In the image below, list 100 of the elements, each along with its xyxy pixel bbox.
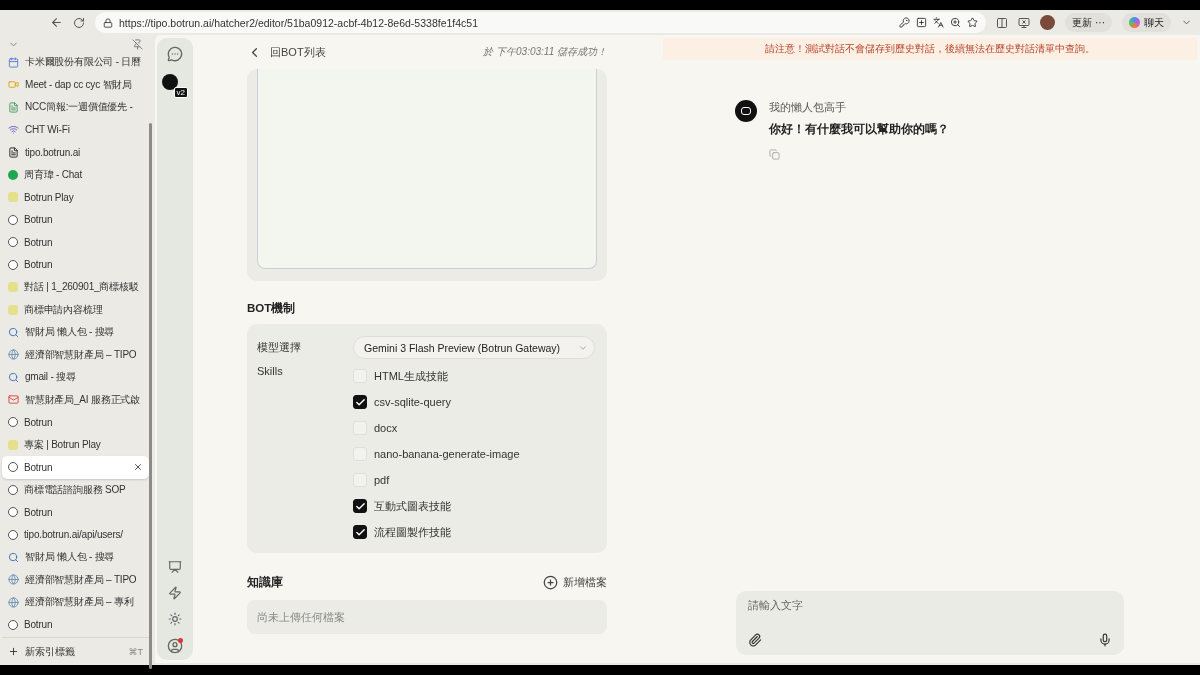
logo-icon — [8, 439, 18, 450]
logo-icon — [8, 237, 18, 248]
skill-label: HTML生成技能 — [374, 368, 448, 384]
back-icon[interactable] — [50, 16, 63, 29]
save-status: 於 下午03:03:11 儲存成功！ — [483, 45, 607, 59]
browser-tab[interactable]: gmail - 搜尋 — [2, 366, 149, 389]
browser-tab[interactable]: 周育瑋 - Chat — [2, 163, 149, 186]
chat-icon — [8, 169, 18, 180]
screen-icon[interactable] — [1018, 16, 1031, 29]
calendar-icon — [8, 56, 19, 68]
wifi-icon — [8, 124, 19, 136]
close-icon[interactable] — [133, 462, 143, 473]
browser-tab[interactable]: 對話 | 1_260901_商標核駁 — [2, 276, 149, 299]
browser-tab[interactable]: Botrun — [2, 231, 149, 254]
browser-tab[interactable]: Botrun — [2, 253, 149, 276]
browser-tab[interactable]: Botrun — [2, 501, 149, 524]
document-icon — [8, 101, 19, 113]
split-view-icon[interactable] — [996, 16, 1009, 29]
sparkle-icon — [1129, 17, 1140, 28]
logo-icon — [8, 304, 18, 315]
user-icon[interactable] — [167, 638, 183, 654]
mail-icon — [8, 394, 19, 406]
field-label: 模型選擇 — [257, 340, 302, 355]
checkbox[interactable] — [353, 525, 367, 539]
bot-avatar — [735, 100, 757, 122]
add-icon[interactable] — [916, 17, 928, 28]
reload-icon[interactable] — [73, 16, 85, 29]
browser-tab[interactable]: Botrun — [2, 208, 149, 231]
skill-label: 互動式圖表技能 — [374, 498, 451, 514]
browser-tab[interactable]: Botrun — [2, 411, 149, 434]
address-bar[interactable]: https://tipo.botrun.ai/hatcher2/editor/51ba0912-acbf-4b12-8e6d-5338fe1f4c51 — [95, 12, 987, 33]
message-input[interactable]: 請輸入文字 — [748, 599, 1112, 611]
plus-icon — [8, 646, 19, 657]
logo-icon — [8, 462, 18, 473]
sender-name: 我的懶人包高手 — [769, 101, 847, 115]
logo-icon — [8, 619, 18, 630]
browser-tab[interactable]: Botrun — [2, 613, 149, 636]
key-icon[interactable] — [899, 17, 911, 28]
update-button[interactable]: 更新 ··· — [1065, 13, 1112, 32]
section-title: 知識庫 — [247, 575, 283, 590]
zoom-icon[interactable] — [950, 17, 962, 28]
search-icon — [8, 551, 19, 563]
browser-tab[interactable]: 商標電話諮詢服務 SOP — [2, 478, 149, 501]
browser-tab[interactable]: Botrun Play — [2, 186, 149, 209]
skill-label: csv-sqlite-query — [374, 396, 452, 408]
video-camera-icon — [8, 79, 19, 91]
browser-tab[interactable]: 經濟部智慧財產局 – TIPO — [2, 343, 149, 366]
translate-icon[interactable] — [933, 17, 945, 28]
browser-tab[interactable]: 商標申請內容梳理 — [2, 298, 149, 321]
logo-icon — [8, 507, 18, 518]
browser-tab[interactable]: CHT Wi-Fi — [2, 118, 149, 141]
browser-tab[interactable]: 經濟部智慧財產局 – 專利 — [2, 591, 149, 614]
skill-label: nano-banana-generate-image — [374, 448, 520, 460]
attach-icon[interactable] — [748, 633, 762, 647]
logo-icon — [8, 259, 18, 270]
globe-icon — [8, 596, 19, 608]
scrollbar[interactable] — [149, 123, 152, 669]
url-text: https://tipo.botrun.ai/hatcher2/editor/51ba0912-acbf-4b12-8e6d-5338fe1f4c51 — [119, 16, 479, 29]
skill-label: docx — [374, 422, 398, 434]
logo-icon — [8, 484, 18, 495]
logo-icon — [8, 214, 18, 225]
browser-tab[interactable]: 卡米爾股份有限公司 - 日曆 — [2, 51, 149, 74]
add-file-button[interactable]: 新增檔案 — [543, 575, 607, 590]
globe-icon — [8, 349, 19, 361]
presentation-icon[interactable] — [168, 560, 182, 574]
logo-icon — [8, 282, 18, 293]
browser-tab[interactable]: 經濟部智慧財產局 – TIPO — [2, 568, 149, 591]
browser-tab[interactable]: 智財局 懶人包 - 搜尋 — [2, 546, 149, 569]
browser-tab[interactable]: Meet - dap cc cyc 智財局 — [2, 73, 149, 96]
chat-button[interactable]: 聊天 — [1122, 13, 1171, 32]
star-icon[interactable] — [967, 17, 979, 28]
skill-label: pdf — [374, 474, 390, 486]
logo-icon — [8, 192, 18, 203]
search-icon — [8, 371, 19, 383]
browser-tab[interactable]: 智慧財產局_AI 服務正式啟 — [2, 388, 149, 411]
checkbox[interactable] — [353, 499, 367, 513]
logo-icon — [8, 529, 18, 540]
browser-tab[interactable]: NCC簡報:一週價值優先 - — [2, 96, 149, 119]
browser-tab[interactable]: 專案 | Botrun Play — [2, 433, 149, 456]
lightning-icon[interactable] — [168, 586, 182, 600]
section-title: BOT機制 — [247, 301, 297, 316]
microphone-icon[interactable] — [1098, 633, 1112, 647]
unpin-icon[interactable] — [132, 38, 143, 50]
skill-label: 流程圖製作技能 — [374, 524, 451, 540]
checkbox[interactable] — [353, 395, 367, 409]
search-icon — [8, 326, 19, 338]
field-label: Skills — [257, 365, 284, 377]
chat-icon[interactable] — [167, 46, 183, 62]
document-icon — [8, 146, 19, 158]
browser-tab[interactable]: Botrun — [2, 456, 149, 479]
sun-icon[interactable] — [168, 612, 182, 626]
message-text: 你好！有什麼我可以幫助你的嗎？ — [769, 121, 949, 138]
back-link[interactable]: 回BOT列表 — [247, 44, 326, 60]
browser-tab[interactable]: 智財局 懶人包 - 搜尋 — [2, 321, 149, 344]
profile-avatar[interactable] — [1040, 15, 1056, 30]
notice-banner: 請注意！測試對話不會儲存到歷史對話，後續無法在歷史對話清單中查詢。 — [663, 38, 1197, 60]
browser-tab[interactable]: tipo.botrun.ai — [2, 141, 149, 164]
browser-tab[interactable]: tipo.botrun.ai/api/users/ — [2, 523, 149, 546]
model-select[interactable]: Gemini 3 Flash Preview (Botrun Gateway) — [353, 336, 595, 359]
globe-icon — [8, 574, 19, 586]
